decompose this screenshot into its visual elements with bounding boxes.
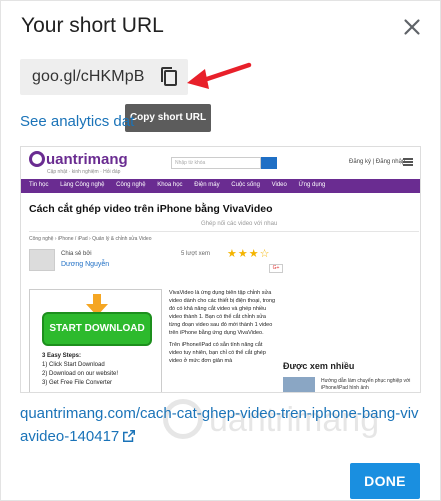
preview-nav-item: Công nghệ — [116, 182, 146, 188]
long-url-text: quantrimang.com/cach-cat-ghep-video-tren… — [20, 405, 419, 445]
page-preview-thumbnail[interactable]: uantrimang Cập nhật · kinh nghiệm · Hỏi … — [20, 146, 421, 393]
preview-search-icon — [261, 157, 277, 169]
preview-nav: Tin học Làng Công nghệ Công nghệ Khoa họ… — [21, 179, 420, 193]
preview-stars: ★★★☆ — [227, 248, 271, 260]
short-url-field[interactable]: goo.gl/cHKMpB — [20, 59, 188, 95]
preview-side-title: Được xem nhiều — [283, 361, 355, 371]
preview-rating-label: 5 lượt xem — [181, 251, 210, 257]
short-url-dialog: Your short URL goo.gl/cHKMpB Copy short … — [0, 0, 441, 501]
preview-divider — [29, 231, 419, 232]
preview-gplus-icon: G+ — [269, 264, 283, 273]
preview-menu-icon — [403, 158, 413, 166]
copy-icon[interactable] — [157, 65, 181, 89]
preview-logo: uantrimang — [29, 151, 128, 168]
preview-breadcrumb: Công nghệ › iPhone / iPad › Quản lý & ch… — [29, 236, 152, 242]
red-arrow-annotation — [187, 62, 252, 89]
preview-nav-item: Cuộc sống — [231, 182, 260, 188]
preview-article-text: VivaVideo là ứng dụng biên tập chỉnh sửa… — [169, 290, 276, 364]
preview-tagline: Cập nhật · kinh nghiệm · Hỏi đáp — [47, 169, 121, 175]
preview-author-name: Dương Nguyễn — [61, 261, 110, 268]
preview-side-text: Hướng dẫn làm chuyển phục nghiệp với iPh… — [321, 378, 411, 391]
close-icon[interactable] — [399, 14, 425, 40]
analytics-link[interactable]: See analytics dat — [20, 113, 134, 130]
preview-subheadline: Ghép nối các video với nhau — [201, 221, 278, 227]
preview-nav-item: Tin học — [29, 182, 49, 188]
preview-header: uantrimang Cập nhật · kinh nghiệm · Hỏi … — [21, 147, 420, 179]
preview-nav-item: Ứng dụng — [298, 182, 326, 188]
dialog-title: Your short URL — [21, 14, 164, 37]
preview-headline: Cách cắt ghép video trên iPhone bằng Viv… — [29, 203, 273, 215]
preview-nav-item: Làng Công nghệ — [60, 182, 105, 188]
short-url-text: goo.gl/cHKMpB — [32, 68, 145, 85]
preview-nav-item: Điện máy — [194, 182, 220, 188]
preview-ad-button: START DOWNLOAD — [42, 312, 152, 346]
preview-ad: START DOWNLOAD 3 Easy Steps: 1) Click St… — [29, 289, 162, 392]
preview-search: Nhập từ khóa — [171, 157, 261, 169]
preview-nav-item: Video — [271, 182, 287, 188]
done-button[interactable]: DONE — [350, 463, 420, 499]
preview-ad-steps: 3 Easy Steps: 1) Click Start Download 2)… — [42, 353, 119, 386]
copy-tooltip: Copy short URL — [125, 104, 211, 132]
preview-login: Đăng ký | Đăng nhập — [349, 159, 406, 165]
preview-nav-item: Khoa học — [157, 182, 183, 188]
preview-author-label: Chia sẻ bởi — [61, 251, 92, 257]
external-link-icon[interactable] — [122, 429, 136, 443]
long-url-link[interactable]: quantrimang.com/cach-cat-ghep-video-tren… — [20, 402, 420, 448]
preview-author-avatar — [29, 249, 55, 271]
